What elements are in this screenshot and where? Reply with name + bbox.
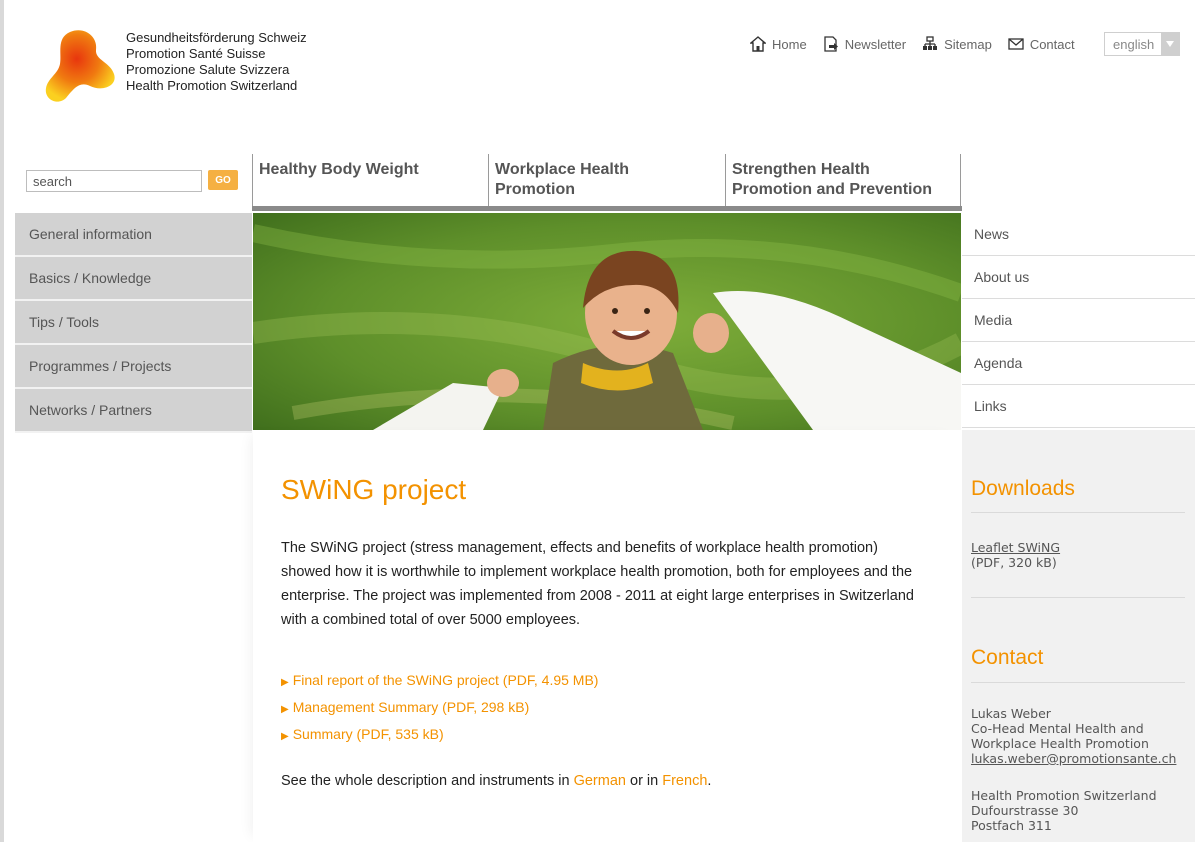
rightnav-links[interactable]: Links	[962, 385, 1195, 428]
document-links: ▶ Final report of the SWiNG project (PDF,…	[281, 668, 598, 749]
org-name-en: Health Promotion Switzerland	[126, 78, 298, 93]
sitemap-label: Sitemap	[944, 36, 992, 52]
contact-details: Lukas Weber Co-Head Mental Health and Wo…	[971, 706, 1176, 766]
download-item: Leaflet SWiNG (PDF, 320 kB)	[971, 540, 1060, 570]
home-link[interactable]: Home	[750, 36, 807, 52]
address-street: Dufourstrasse 30	[971, 803, 1079, 818]
tab-label-line1: Strengthen Health	[732, 161, 870, 178]
contact-name: Lukas Weber	[971, 706, 1051, 721]
summary-link[interactable]: ▶ Summary (PDF, 535 kB)	[281, 722, 598, 749]
leftnav-general-information[interactable]: General information	[15, 213, 252, 257]
newsletter-label: Newsletter	[844, 36, 907, 52]
newsletter-link[interactable]: Newsletter	[823, 36, 906, 52]
organization-names: Gesundheitsförderung Schweiz Promotion S…	[126, 30, 307, 94]
hero-image	[253, 213, 961, 430]
rightnav-news[interactable]: News	[962, 213, 1195, 256]
envelope-icon	[1008, 37, 1024, 51]
main-nav-bar	[252, 206, 962, 211]
search-go-button[interactable]: GO	[208, 170, 238, 190]
leftnav-programmes-projects[interactable]: Programmes / Projects	[15, 345, 252, 389]
tab-workplace-health-promotion[interactable]: Workplace Health Promotion	[488, 154, 725, 206]
see-suffix: .	[707, 773, 712, 789]
link-label: Final report of the SWiNG project (PDF, …	[292, 672, 599, 688]
chevron-down-icon[interactable]	[1161, 33, 1179, 55]
main-navigation: Healthy Body Weight Workplace Health Pro…	[252, 154, 962, 212]
divider	[971, 597, 1185, 598]
org-name-fr: Promotion Santé Suisse	[126, 46, 266, 61]
german-link[interactable]: German	[574, 773, 626, 789]
newsletter-icon	[823, 36, 839, 52]
download-meta: (PDF, 320 kB)	[971, 555, 1057, 570]
rightnav-media[interactable]: Media	[962, 299, 1195, 342]
home-label: Home	[772, 36, 807, 52]
see-mid: or in	[625, 773, 663, 789]
org-name-de: Gesundheitsförderung Schweiz	[126, 30, 307, 45]
link-label: Management Summary (PDF, 298 kB)	[292, 699, 530, 715]
divider	[971, 682, 1185, 683]
contact-heading: Contact	[971, 646, 1044, 669]
contact-link[interactable]: Contact	[1008, 37, 1075, 52]
divider	[971, 512, 1185, 513]
contact-label: Contact	[1029, 36, 1075, 52]
leftnav-tips-tools[interactable]: Tips / Tools	[15, 301, 252, 345]
triangle-right-icon: ▶	[281, 677, 289, 688]
tab-strengthen-health-promotion[interactable]: Strengthen Health Promotion and Preventi…	[725, 154, 961, 206]
tab-label-line2: Promotion and Prevention	[732, 181, 933, 198]
leaflet-swing-link[interactable]: Leaflet SWiNG	[971, 540, 1060, 555]
tab-label-line1: Workplace Health	[495, 161, 629, 178]
see-description-text: See the whole description and instrument…	[281, 773, 711, 789]
language-value: english	[1113, 36, 1155, 52]
sitemap-link[interactable]: Sitemap	[922, 36, 992, 52]
address-org: Health Promotion Switzerland	[971, 788, 1157, 803]
language-select[interactable]: english	[1104, 32, 1180, 56]
rightnav-agenda[interactable]: Agenda	[962, 342, 1195, 385]
sitemap-icon	[922, 36, 938, 52]
right-navigation: News About us Media Agenda Links	[962, 213, 1195, 428]
see-prefix: See the whole description and instrument…	[281, 773, 574, 789]
intro-paragraph: The SWiNG project (stress management, ef…	[281, 540, 914, 628]
triangle-right-icon: ▶	[281, 704, 289, 715]
tab-healthy-body-weight[interactable]: Healthy Body Weight	[252, 154, 488, 206]
contact-email-link[interactable]: lukas.weber@promotionsante.ch	[971, 751, 1176, 766]
leftnav-networks-partners[interactable]: Networks / Partners	[15, 389, 252, 433]
top-links: Home Newsletter Sitemap Contact	[750, 36, 1091, 52]
page-title: SWiNG project	[281, 474, 467, 505]
home-icon	[750, 36, 766, 52]
downloads-heading: Downloads	[971, 477, 1075, 500]
address-postfach: Postfach 311	[971, 818, 1052, 833]
tab-label-line2: Promotion	[495, 181, 575, 198]
tab-label: Healthy Body Weight	[259, 161, 419, 178]
link-label: Summary (PDF, 535 kB)	[292, 726, 444, 742]
left-navigation: General information Basics / Knowledge T…	[15, 213, 252, 433]
address-block: Health Promotion Switzerland Dufourstras…	[971, 788, 1157, 833]
search-input[interactable]	[26, 170, 202, 192]
contact-role-line2: Workplace Health Promotion	[971, 736, 1149, 751]
left-edge-rule	[0, 0, 4, 842]
management-summary-link[interactable]: ▶ Management Summary (PDF, 298 kB)	[281, 695, 598, 722]
contact-role-line1: Co-Head Mental Health and	[971, 721, 1144, 736]
org-name-it: Promozione Salute Svizzera	[126, 62, 290, 77]
rightnav-about-us[interactable]: About us	[962, 256, 1195, 299]
french-link[interactable]: French	[662, 773, 707, 789]
logo-icon[interactable]	[40, 26, 118, 106]
triangle-right-icon: ▶	[281, 731, 289, 742]
final-report-link[interactable]: ▶ Final report of the SWiNG project (PDF,…	[281, 668, 598, 695]
leftnav-basics-knowledge[interactable]: Basics / Knowledge	[15, 257, 252, 301]
